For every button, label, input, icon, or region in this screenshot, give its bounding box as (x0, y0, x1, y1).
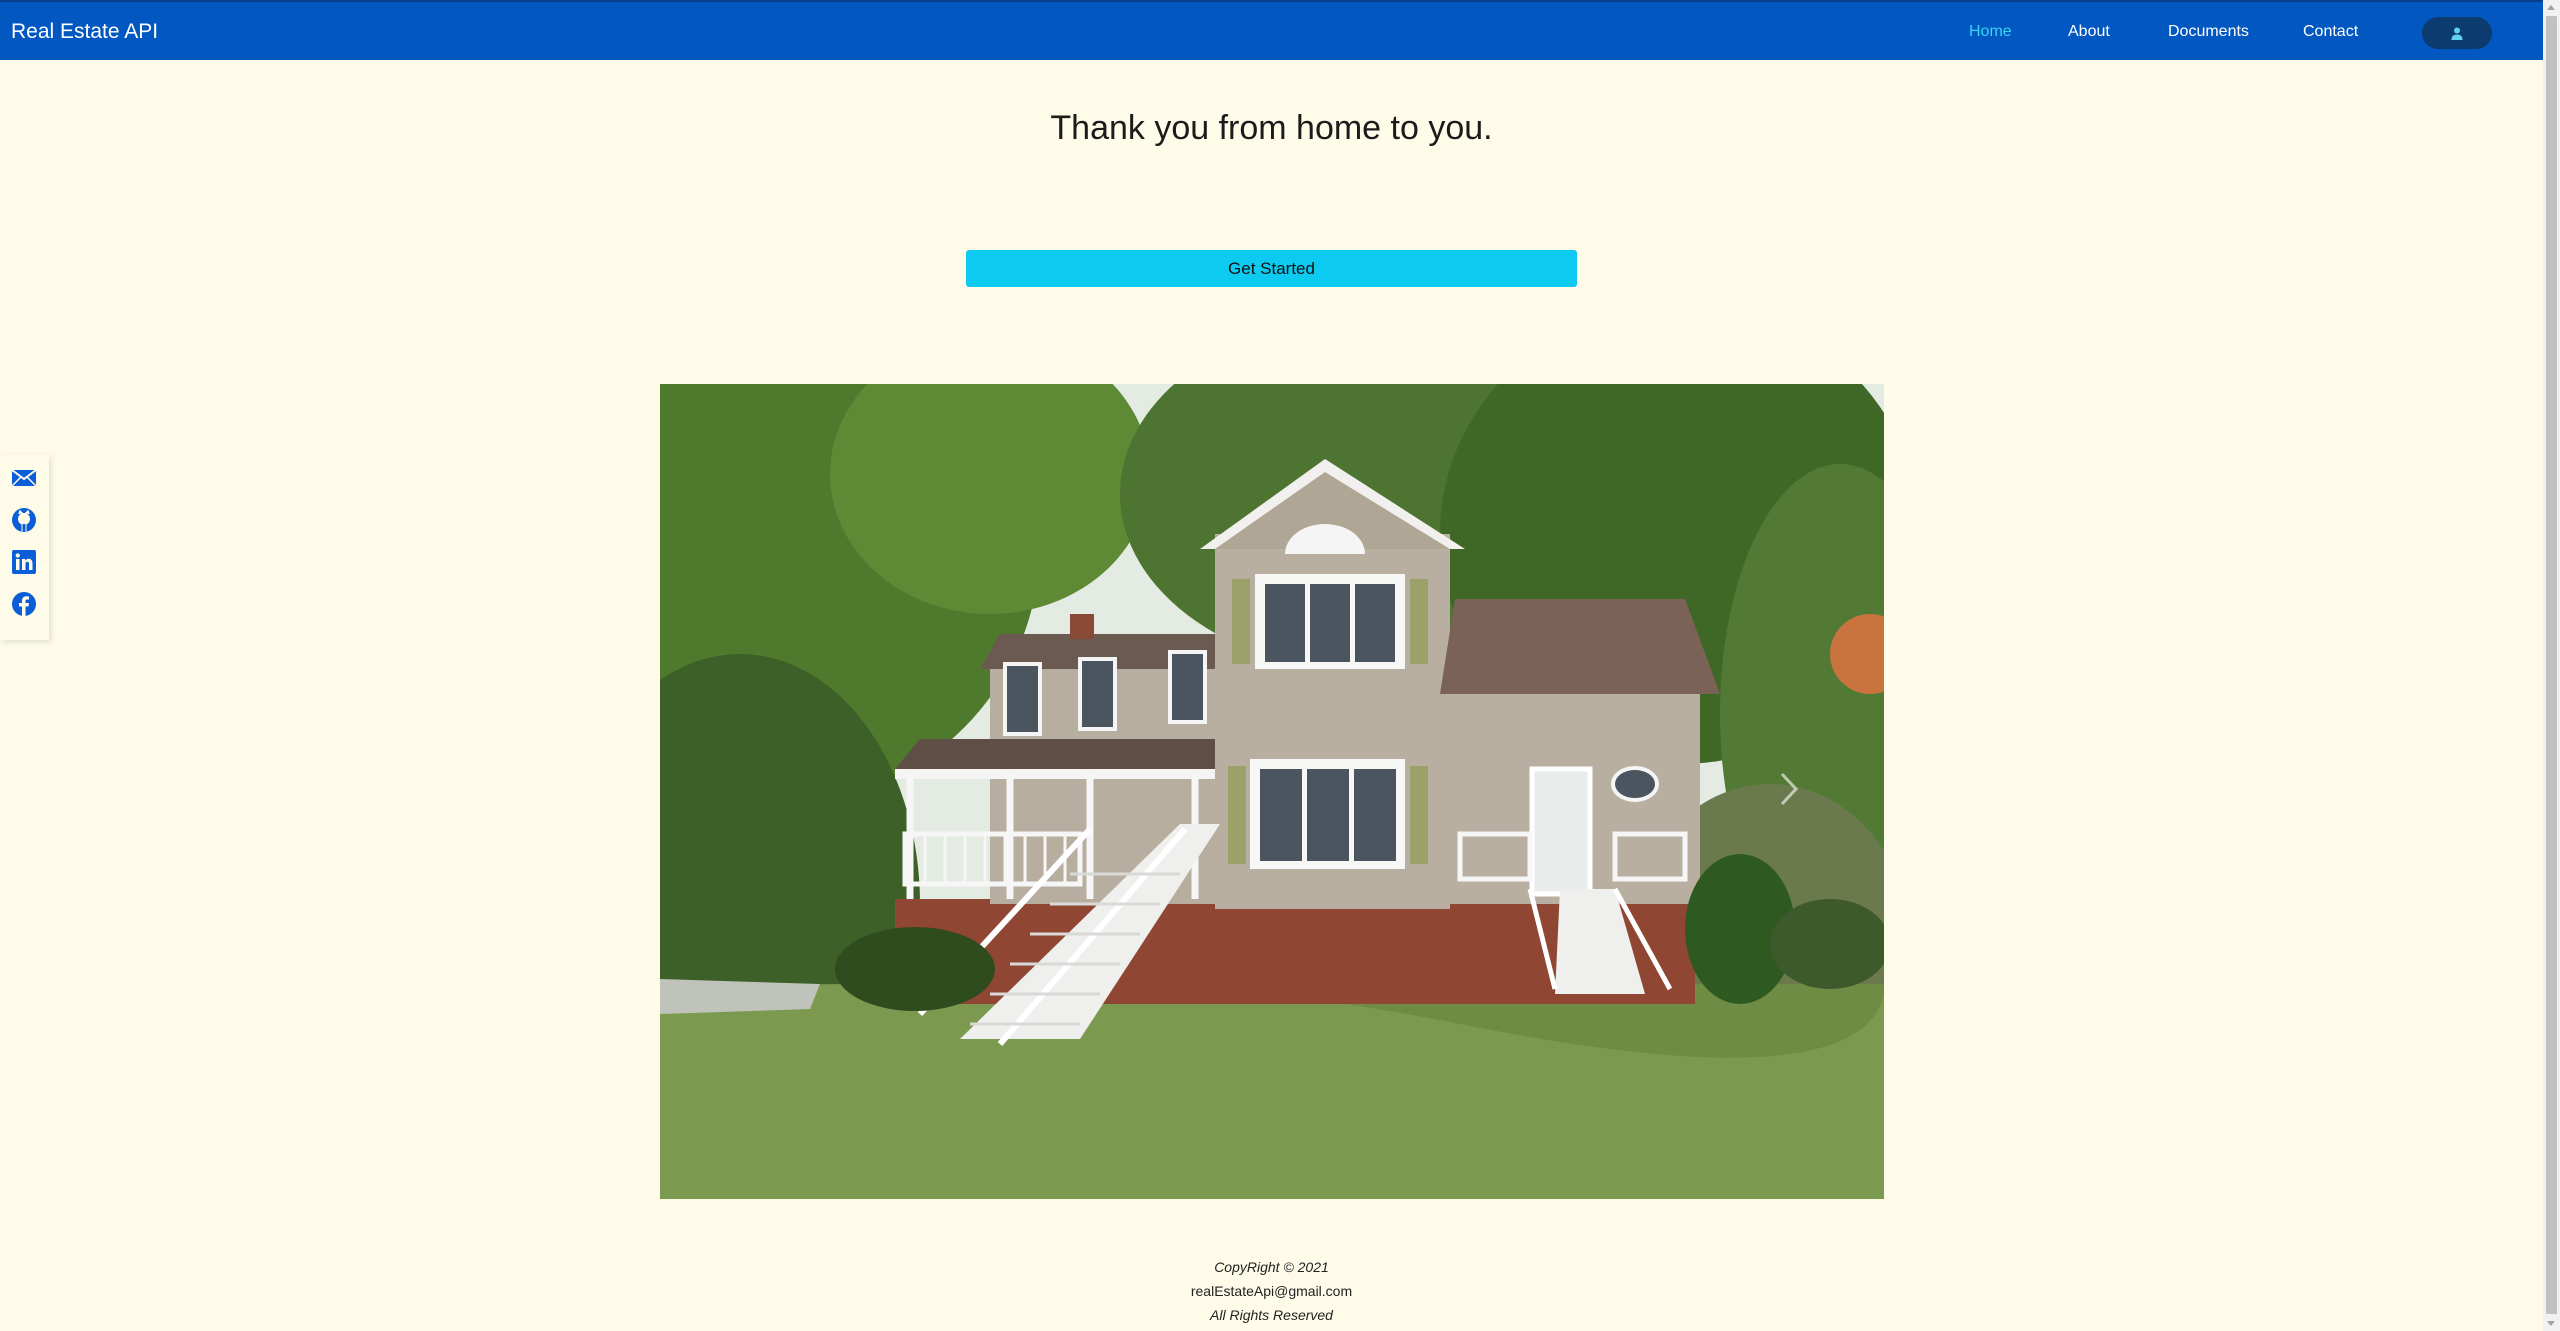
image-carousel[interactable] (660, 384, 1884, 1199)
get-started-button[interactable]: Get Started (966, 250, 1577, 287)
chevron-right-icon[interactable] (1774, 764, 1804, 814)
brand-title[interactable]: Real Estate API (11, 19, 158, 45)
footer-email[interactable]: realEstateApi@gmail.com (0, 1279, 2543, 1303)
vertical-scrollbar[interactable] (2543, 0, 2560, 1331)
scrollbar-thumb[interactable] (2546, 16, 2557, 1314)
linkedin-icon[interactable] (11, 549, 37, 575)
nav-link-about[interactable]: About (2068, 21, 2110, 43)
nav-link-documents[interactable]: Documents (2168, 21, 2249, 43)
navbar: Real Estate API Home About Documents Con… (0, 0, 2543, 60)
scroll-up-arrow-icon[interactable] (2547, 5, 2555, 10)
mail-icon[interactable] (11, 465, 37, 491)
rights-text: All Rights Reserved (1210, 1307, 1333, 1323)
house-photo (660, 384, 1884, 1199)
nav-link-contact[interactable]: Contact (2303, 21, 2358, 43)
facebook-icon[interactable] (11, 591, 37, 617)
copyright-text: CopyRight © 2021 (1214, 1259, 1329, 1275)
hero-title: Thank you from home to you. (1050, 109, 1493, 147)
scroll-down-arrow-icon[interactable] (2547, 1321, 2555, 1326)
footer: CopyRight © 2021 realEstateApi@gmail.com… (0, 1255, 2543, 1327)
user-icon (2451, 27, 2463, 40)
github-icon[interactable] (11, 507, 37, 533)
social-sidebar (0, 455, 49, 640)
nav-link-home[interactable]: Home (1969, 21, 2012, 43)
user-button[interactable] (2422, 17, 2492, 49)
